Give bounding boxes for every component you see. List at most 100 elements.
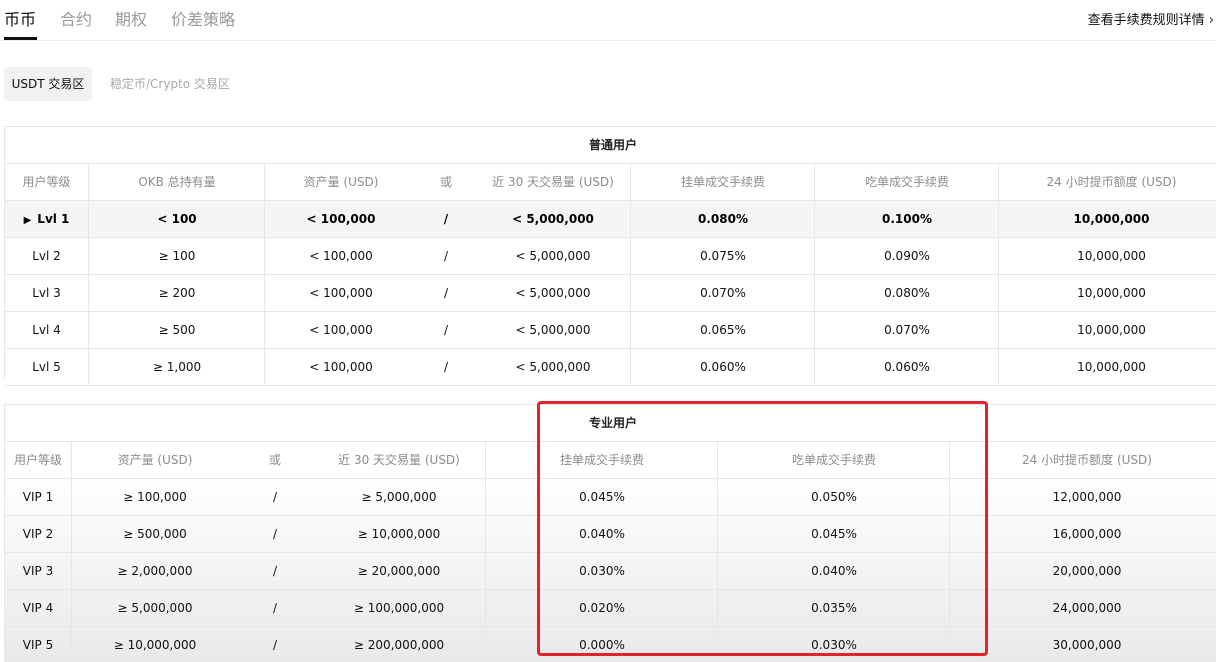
table-header-row: 用户等级 OKB 总持有量 资产量 (USD) 或 近 30 天交易量 (USD… [5,164,1216,201]
cell-or: / [272,527,278,541]
cell-30d-volume: < 5,000,000 [515,323,591,337]
table-row: VIP 1 ≥ 100,000 / ≥ 5,000,000 0.045% 0.050% 12… [5,479,1216,516]
header-30d-volume: 近 30 天交易量 (USD) [492,175,614,189]
cell-or: / [443,360,449,374]
cell-30d-volume: < 5,000,000 [515,360,591,374]
cell-user-level: Lvl 2 [32,249,61,263]
cell-okb-holdings: ≥ 100 [88,238,265,274]
subtab-stablecoin-crypto-zone[interactable]: 稳定币/Crypto 交易区 [110,67,230,101]
subtab-usdt-zone[interactable]: USDT 交易区 [4,67,92,101]
table-row: VIP 5 ≥ 10,000,000 / ≥ 200,000,000 0.000% 0.0… [5,627,1216,662]
cell-withdrawal-limit: 30,000,000 [949,627,1216,662]
cell-maker-fee: 0.060% [630,349,815,385]
cell-user-level: VIP 4 [22,601,54,615]
header-or: 或 [268,453,281,467]
cell-or: / [443,212,449,226]
cell-user-level: VIP 3 [22,564,54,578]
cell-user-level: VIP 2 [22,527,54,541]
regular-user-fee-table: 普通用户 用户等级 OKB 总持有量 资产量 (USD) 或 近 30 天交易量… [4,126,1216,386]
cell-or: / [443,286,449,300]
header-withdrawal-limit: 24 小时提币额度 (USD) [949,442,1216,478]
cell-taker-fee: 0.060% [814,349,999,385]
cell-assets: < 100,000 [264,349,417,385]
top-tab-bar: 币币 合约 期权 价差策略 查看手续费规则详情 › [0,0,1216,41]
cell-30d-volume: < 5,000,000 [512,212,594,226]
header-user-level: 用户等级 [13,453,62,467]
header-taker-fee: 吃单成交手续费 [717,442,950,478]
cell-taker-fee: 0.100% [814,201,999,237]
cell-30d-volume: ≥ 200,000,000 [353,638,445,652]
cell-assets: ≥ 2,000,000 [71,553,238,589]
cell-taker-fee: 0.030% [717,627,950,662]
fee-rules-link[interactable]: 查看手续费规则详情 › [1088,9,1214,28]
cell-maker-fee: 0.030% [485,553,718,589]
cell-user-level: ▶ Lvl 1 [5,201,88,237]
cell-or: / [272,490,278,504]
header-taker-fee: 吃单成交手续费 [814,164,999,200]
cell-withdrawal-limit: 20,000,000 [949,553,1216,589]
table-row: Lvl 3 ≥ 200 < 100,000 / < 5,000,000 0.070% 0.0… [5,275,1216,312]
cell-withdrawal-limit: 12,000,000 [949,479,1216,515]
cell-assets: < 100,000 [264,275,417,311]
table-row: ▶ Lvl 1 < 100 < 100,000 / < 5,000,000 0.080% 0.… [5,201,1216,238]
cell-taker-fee: 0.080% [814,275,999,311]
table-row: VIP 3 ≥ 2,000,000 / ≥ 20,000,000 0.030% 0.040… [5,553,1216,590]
table-row: Lvl 2 ≥ 100 < 100,000 / < 5,000,000 0.075% 0.0… [5,238,1216,275]
tab-spot[interactable]: 币币 [4,6,36,30]
tab-options[interactable]: 期权 [115,6,147,30]
current-level-arrow-icon: ▶ [23,215,32,226]
header-withdrawal-limit: 24 小时提币额度 (USD) [998,164,1216,200]
cell-assets: < 100,000 [264,201,417,237]
cell-okb-holdings: ≥ 1,000 [88,349,265,385]
header-okb-holdings: OKB 总持有量 [88,164,265,200]
cell-taker-fee: 0.040% [717,553,950,589]
header-maker-fee: 挂单成交手续费 [485,442,718,478]
cell-user-level: VIP 5 [22,638,54,652]
cell-taker-fee: 0.090% [814,238,999,274]
cell-maker-fee: 0.020% [485,590,718,626]
cell-assets: ≥ 5,000,000 [71,590,238,626]
cell-maker-fee: 0.070% [630,275,815,311]
table-header-row: 用户等级 资产量 (USD) 或 近 30 天交易量 (USD) 挂单成交手续费… [5,442,1216,479]
cell-30d-volume: ≥ 100,000,000 [353,601,445,615]
cell-or: / [443,249,449,263]
cell-okb-holdings: < 100 [88,201,265,237]
cell-text: Lvl 1 [37,212,70,226]
cell-30d-volume: ≥ 10,000,000 [357,527,441,541]
header-assets: 资产量 (USD) [264,164,417,200]
header-maker-fee: 挂单成交手续费 [630,164,815,200]
cell-okb-holdings: ≥ 500 [88,312,265,348]
cell-assets: < 100,000 [264,238,417,274]
table-row: VIP 4 ≥ 5,000,000 / ≥ 100,000,000 0.020% 0.03… [5,590,1216,627]
cell-okb-holdings: ≥ 200 [88,275,265,311]
cell-withdrawal-limit: 16,000,000 [949,516,1216,552]
table-row: Lvl 4 ≥ 500 < 100,000 / < 5,000,000 0.065% 0.0… [5,312,1216,349]
tab-futures[interactable]: 合约 [60,6,92,30]
cell-or: / [272,601,278,615]
tab-spread-strategy[interactable]: 价差策略 [171,6,235,30]
cell-maker-fee: 0.075% [630,238,815,274]
cell-maker-fee: 0.045% [485,479,718,515]
cell-user-level: Lvl 5 [32,360,61,374]
cell-or: / [272,564,278,578]
header-assets: 资产量 (USD) [71,442,238,478]
cell-or: / [443,323,449,337]
cell-assets: ≥ 10,000,000 [71,627,238,662]
cell-maker-fee: 0.040% [485,516,718,552]
cell-assets: ≥ 100,000 [71,479,238,515]
cell-user-level: Lvl 3 [32,286,61,300]
cell-30d-volume: ≥ 5,000,000 [361,490,437,504]
cell-user-level: Lvl 4 [32,323,61,337]
cell-30d-volume: ≥ 20,000,000 [357,564,441,578]
cell-withdrawal-limit: 10,000,000 [998,201,1216,237]
regular-user-table-title: 普通用户 [5,127,1216,164]
header-30d-volume: 近 30 天交易量 (USD) [338,453,460,467]
cell-30d-volume: < 5,000,000 [515,286,591,300]
cell-assets: ≥ 500,000 [71,516,238,552]
table-row: VIP 2 ≥ 500,000 / ≥ 10,000,000 0.040% 0.045% 1… [5,516,1216,553]
cell-maker-fee: 0.065% [630,312,815,348]
table-row: Lvl 5 ≥ 1,000 < 100,000 / < 5,000,000 0.060% 0… [5,349,1216,386]
pro-user-fee-table: 专业用户 用户等级 资产量 (USD) 或 近 30 天交易量 (USD) 挂单… [4,404,1216,662]
cell-withdrawal-limit: 10,000,000 [998,349,1216,385]
cell-withdrawal-limit: 10,000,000 [998,275,1216,311]
